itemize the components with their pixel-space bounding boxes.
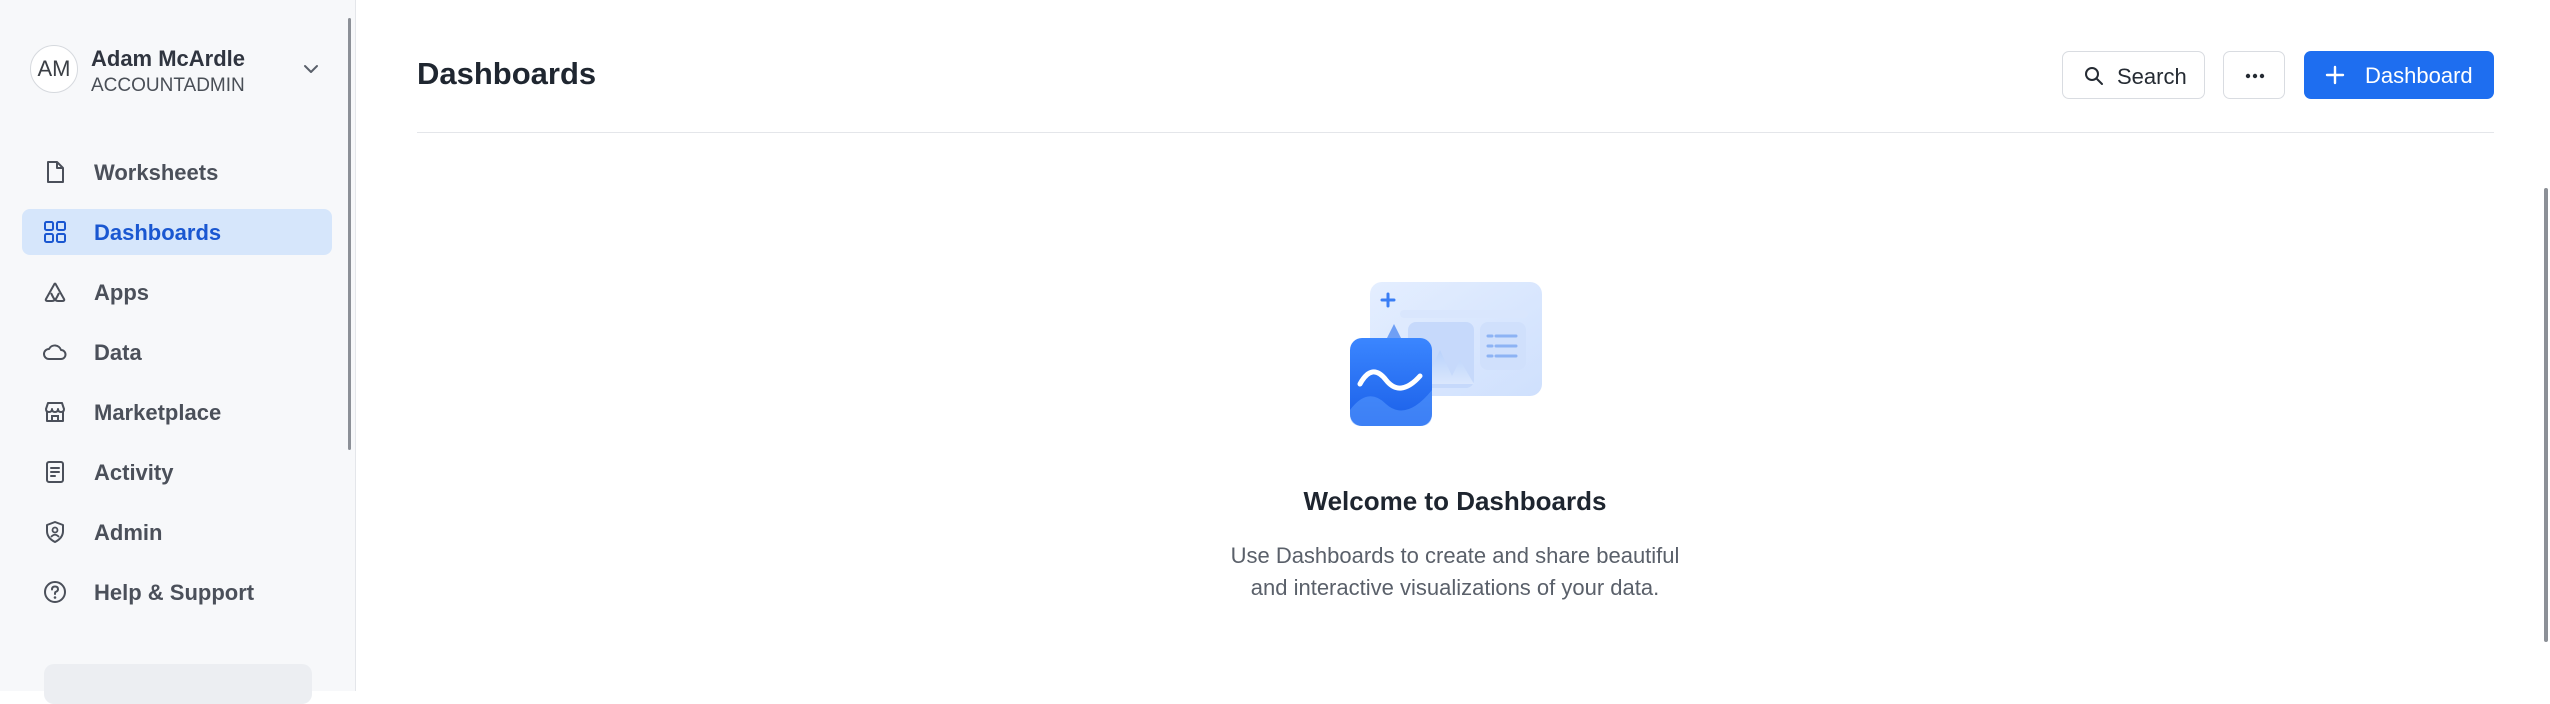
grid-icon <box>44 221 66 243</box>
empty-state-description-line: Use Dashboards to create and share beaut… <box>1230 543 1680 568</box>
nav-item-activity[interactable]: Activity <box>22 449 332 495</box>
nav-label: Dashboards <box>94 220 222 245</box>
user-role: ACCOUNTADMIN <box>91 75 245 96</box>
nav-label: Help & Support <box>94 580 255 605</box>
document-icon <box>47 161 64 183</box>
sidebar: AM Adam McArdle ACCOUNTADMIN Worksheets … <box>0 0 356 704</box>
nav-item-apps[interactable]: Apps <box>22 269 332 315</box>
cloud-icon <box>43 344 67 360</box>
search-label: Search <box>2117 64 2187 89</box>
nav-item-dashboards[interactable]: Dashboards <box>22 209 332 255</box>
nav-item-help-support[interactable]: Help & Support <box>22 569 332 615</box>
more-options-button[interactable] <box>2223 51 2285 99</box>
shield-icon <box>46 521 64 543</box>
storefront-icon <box>45 402 65 422</box>
page-title: Dashboards <box>417 56 597 91</box>
chevron-down-icon[interactable] <box>300 58 322 80</box>
add-dashboard-label: Dashboard <box>2365 63 2473 88</box>
nav-item-data[interactable]: Data <box>22 329 332 375</box>
nav-item-admin[interactable]: Admin <box>22 509 332 555</box>
activity-icon <box>46 461 64 483</box>
dashboard-illustration-icon <box>1350 282 1542 426</box>
ellipsis-icon <box>2245 73 2265 79</box>
nav-label: Data <box>94 340 142 365</box>
user-name: Adam McArdle <box>91 46 246 71</box>
nav-label: Apps <box>94 280 149 305</box>
header-divider <box>417 132 2494 133</box>
empty-state-title: Welcome to Dashboards <box>1303 486 1607 516</box>
help-icon <box>44 581 66 603</box>
search-icon <box>2085 67 2103 85</box>
plus-icon <box>2325 65 2345 85</box>
search-button[interactable]: Search <box>2062 51 2205 99</box>
avatar: AM <box>30 45 78 93</box>
apps-icon <box>44 282 66 302</box>
nav-label: Admin <box>94 520 163 545</box>
empty-state-description-line: and interactive visualizations of your d… <box>1250 575 1660 600</box>
nav-label: Marketplace <box>94 400 222 425</box>
nav-label: Activity <box>94 460 174 485</box>
main-scrollbar[interactable] <box>2544 188 2548 642</box>
sidebar-scrollbar[interactable] <box>348 18 351 450</box>
empty-state-description: Use Dashboards to create and share beaut… <box>1055 540 1855 604</box>
add-dashboard-button[interactable]: Dashboard <box>2304 51 2494 99</box>
sidebar-footer-card <box>44 664 312 704</box>
nav-label: Worksheets <box>94 160 219 185</box>
nav-item-marketplace[interactable]: Marketplace <box>22 389 332 435</box>
nav-item-worksheets[interactable]: Worksheets <box>22 149 332 195</box>
user-menu[interactable]: AM Adam McArdle ACCOUNTADMIN <box>30 42 340 98</box>
